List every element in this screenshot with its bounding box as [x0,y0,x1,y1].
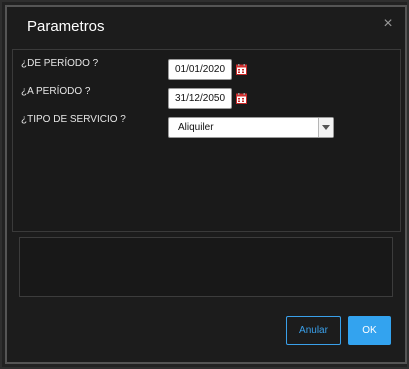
dialog-titlebar: Parametros × [7,7,405,47]
parameters-panel: ¿DE PERÍODO ? 01/01/2020 ¿A PERÍODO ? 31… [12,49,401,232]
calendar-icon[interactable] [236,64,247,75]
from-period-label: ¿DE PERÍODO ? [21,58,99,69]
close-icon[interactable]: × [381,16,395,32]
message-area [19,237,393,297]
ok-button[interactable]: OK [348,316,391,345]
cancel-button[interactable]: Anular [286,316,341,345]
parameters-dialog: Parametros × ¿DE PERÍODO ? 01/01/2020 ¿A… [5,5,407,364]
service-type-label: ¿TIPO DE SERVICIO ? [21,114,126,125]
from-period-input[interactable]: 01/01/2020 [168,59,232,80]
service-type-value: Aliquiler [178,122,214,133]
dialog-title: Parametros [27,18,105,35]
to-period-label: ¿A PERÍODO ? [21,86,91,97]
service-type-select[interactable]: Aliquiler [168,117,334,138]
to-period-input[interactable]: 31/12/2050 [168,88,232,109]
dialog-frame: Parametros × ¿DE PERÍODO ? 01/01/2020 ¿A… [0,0,409,369]
chevron-down-icon[interactable] [318,118,333,137]
calendar-icon[interactable] [236,93,247,104]
